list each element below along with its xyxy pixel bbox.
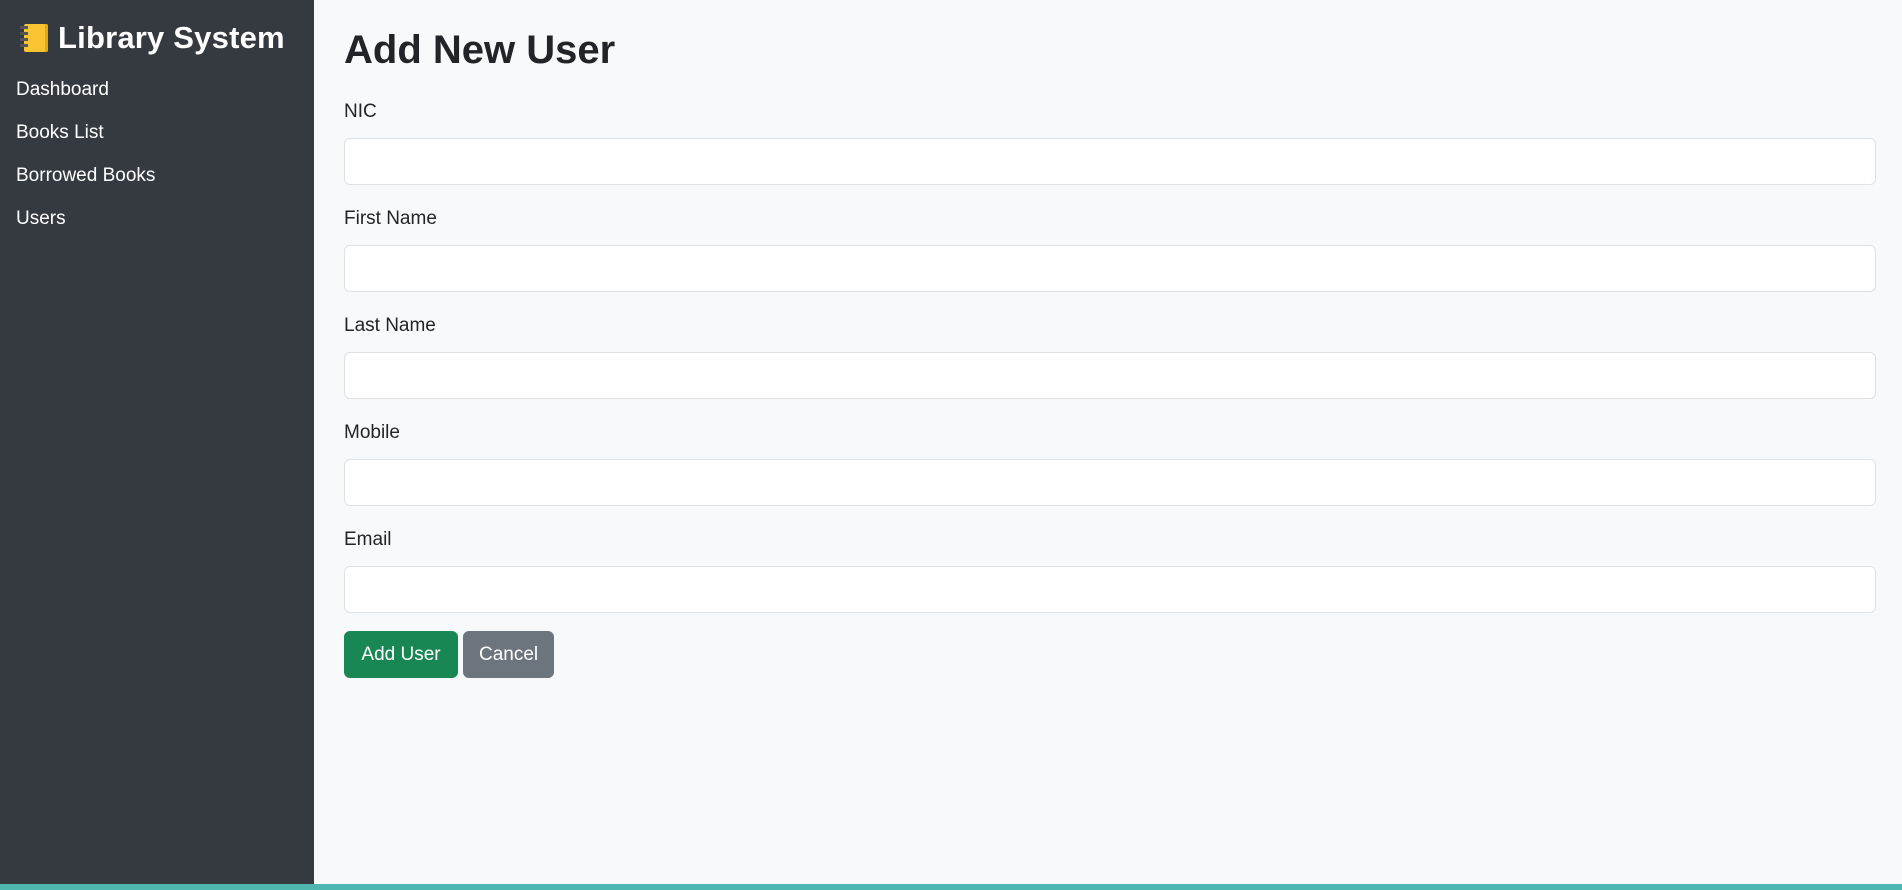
nic-label: NIC: [344, 101, 377, 122]
first-name-input[interactable]: [344, 245, 1876, 292]
last-name-field-group: Last Name: [344, 313, 1876, 399]
mobile-label: Mobile: [344, 422, 400, 443]
sidebar-item-dashboard[interactable]: Dashboard: [0, 68, 314, 111]
nic-field-group: NIC: [344, 99, 1876, 185]
sidebar-item-users[interactable]: Users: [0, 197, 314, 240]
add-user-button[interactable]: Add User: [344, 631, 458, 678]
brand: Library System: [20, 18, 314, 58]
window-bottom-border: [0, 884, 1902, 890]
mobile-input[interactable]: [344, 459, 1876, 506]
brand-title: Library System: [58, 20, 285, 55]
mobile-field-group: Mobile: [344, 420, 1876, 506]
page-title: Add New User: [344, 28, 616, 72]
form-actions: Add User Cancel: [344, 631, 554, 678]
last-name-label: Last Name: [344, 315, 436, 336]
email-field-group: Email: [344, 527, 1876, 613]
last-name-input[interactable]: [344, 352, 1876, 399]
email-label: Email: [344, 529, 392, 550]
sidebar-nav: Dashboard Books List Borrowed Books User…: [0, 68, 314, 240]
email-input[interactable]: [344, 566, 1876, 613]
nic-input[interactable]: [344, 138, 1876, 185]
first-name-label: First Name: [344, 208, 437, 229]
sidebar: Library System Dashboard Books List Borr…: [0, 0, 314, 884]
first-name-field-group: First Name: [344, 206, 1876, 292]
sidebar-item-books-list[interactable]: Books List: [0, 111, 314, 154]
sidebar-item-borrowed-books[interactable]: Borrowed Books: [0, 154, 314, 197]
notebook-icon: [20, 22, 48, 54]
cancel-button[interactable]: Cancel: [463, 631, 554, 678]
main-content: Add New User NIC First Name Last Name Mo…: [314, 0, 1902, 884]
app: Library System Dashboard Books List Borr…: [0, 0, 1902, 890]
